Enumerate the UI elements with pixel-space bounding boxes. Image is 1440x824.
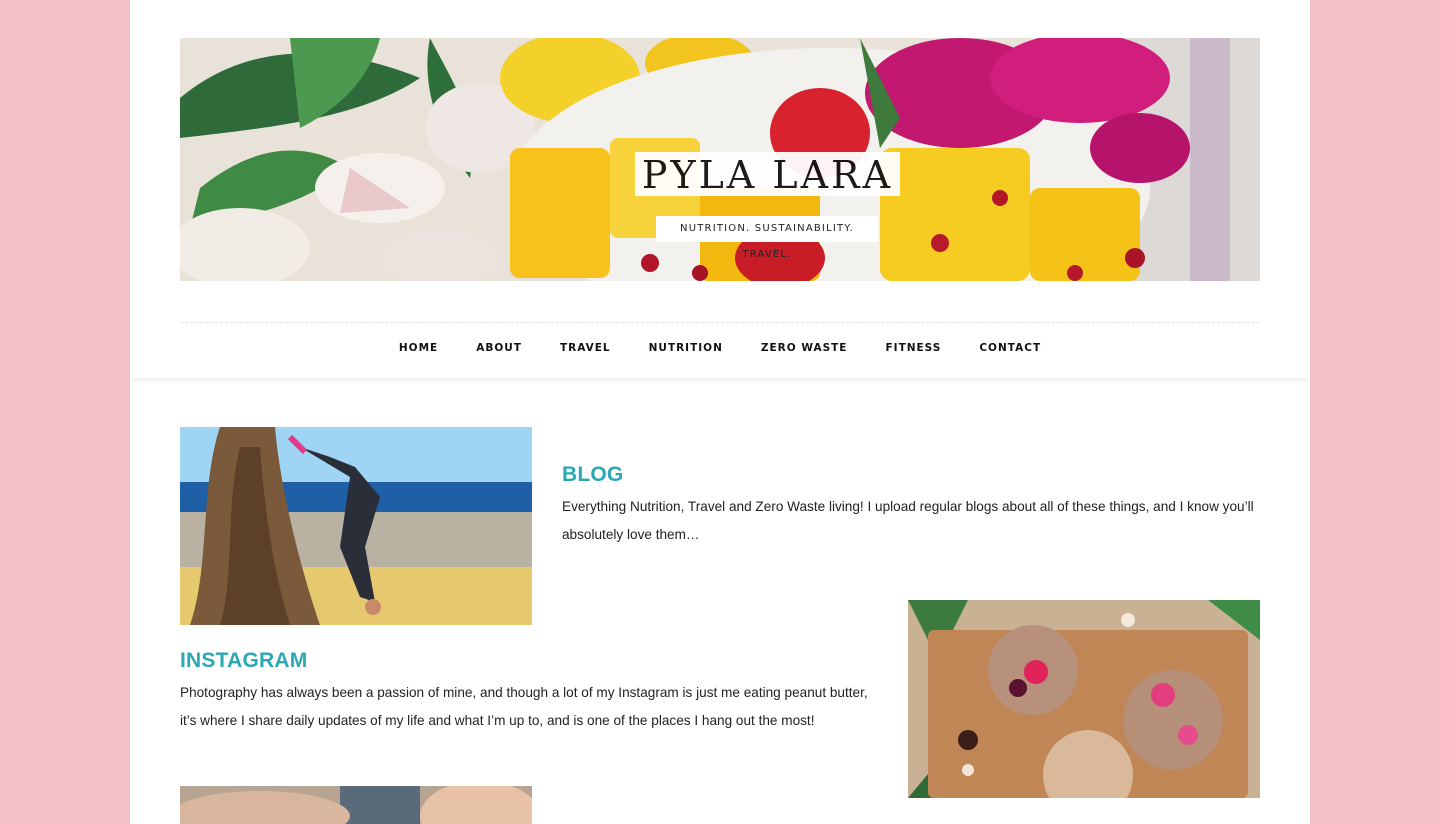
blog-photo [180, 427, 532, 625]
nav-item-fitness[interactable]: FITNESS [866, 342, 960, 354]
site-tagline: NUTRITION. SUSTAINABILITY. TRAVEL. [656, 216, 878, 260]
instagram-photo [908, 600, 1260, 798]
nav-item-nutrition[interactable]: NUTRITION [630, 342, 742, 354]
nav-item-home[interactable]: HOME [380, 342, 457, 354]
instagram-image[interactable] [908, 600, 1260, 798]
nav-item-about[interactable]: ABOUT [457, 342, 541, 354]
nav-item-contact[interactable]: CONTACT [960, 342, 1060, 354]
instagram-heading[interactable]: INSTAGRAM [180, 649, 307, 673]
blog-heading[interactable]: BLOG [562, 463, 623, 487]
nav-item-zero-waste[interactable]: ZERO WASTE [742, 342, 867, 354]
page-container: PYLA LARA NUTRITION. SUSTAINABILITY. TRA… [130, 0, 1310, 824]
header-banner: PYLA LARA NUTRITION. SUSTAINABILITY. TRA… [180, 38, 1260, 281]
main-navigation-bar: HOME ABOUT TRAVEL NUTRITION ZERO WASTE F… [130, 323, 1310, 378]
site-title[interactable]: PYLA LARA [635, 152, 900, 197]
blog-description: Everything Nutrition, Travel and Zero Wa… [562, 499, 1254, 542]
blog-image[interactable] [180, 427, 532, 625]
nav-item-travel[interactable]: TRAVEL [541, 342, 630, 354]
main-navigation: HOME ABOUT TRAVEL NUTRITION ZERO WASTE F… [130, 323, 1310, 373]
next-section-photo [180, 786, 532, 824]
instagram-description: Photography has always been a passion of… [180, 685, 868, 728]
next-section-image[interactable] [180, 786, 532, 824]
